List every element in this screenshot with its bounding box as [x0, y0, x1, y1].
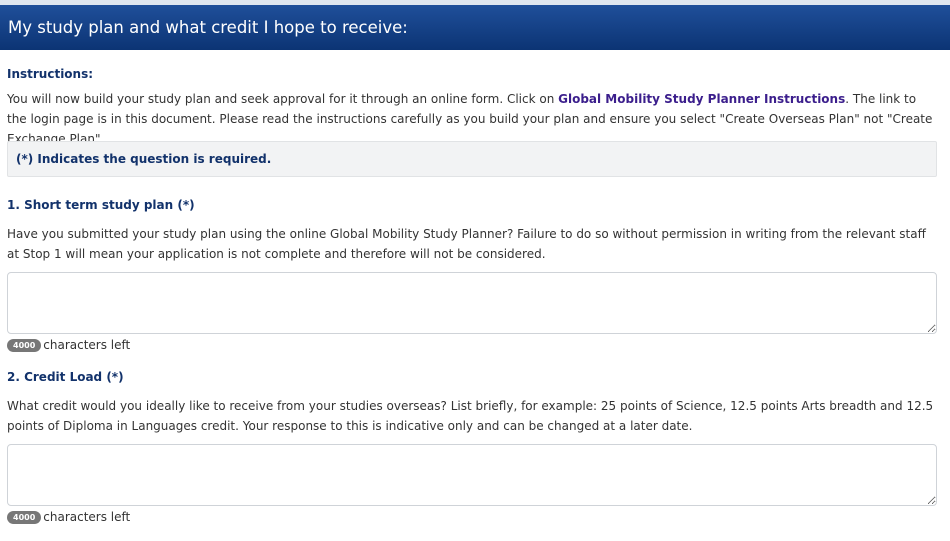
section-title: My study plan and what credit I hope to …: [8, 18, 408, 37]
question-2-chars-left-label: characters left: [43, 510, 131, 524]
question-1-heading: 1. Short term study plan (*): [7, 198, 195, 212]
question-2-char-counter: 4000 characters left: [7, 509, 130, 525]
instructions-text-before: You will now build your study plan and s…: [7, 92, 559, 106]
question-2-answer-textarea[interactable]: [7, 444, 937, 506]
question-2-description: What credit would you ideally like to re…: [7, 399, 934, 433]
instructions-text: You will now build your study plan and s…: [7, 89, 935, 149]
instructions-heading: Instructions:: [7, 67, 94, 81]
question-1-answer-textarea[interactable]: [7, 272, 937, 334]
question-2-heading: 2. Credit Load (*): [7, 370, 124, 384]
study-plan-form-page: My study plan and what credit I hope to …: [0, 0, 950, 541]
question-1-chars-left-badge: 4000: [7, 339, 42, 352]
required-note: (*) Indicates the question is required.: [7, 141, 937, 177]
section-header: My study plan and what credit I hope to …: [0, 5, 950, 50]
question-1-description: Have you submitted your study plan using…: [7, 227, 926, 261]
question-1-char-counter: 4000 characters left: [7, 337, 130, 353]
question-1-chars-left-label: characters left: [43, 338, 131, 352]
question-2-chars-left-badge: 4000: [7, 511, 42, 524]
study-planner-instructions-link[interactable]: Global Mobility Study Planner Instructio…: [558, 92, 845, 106]
